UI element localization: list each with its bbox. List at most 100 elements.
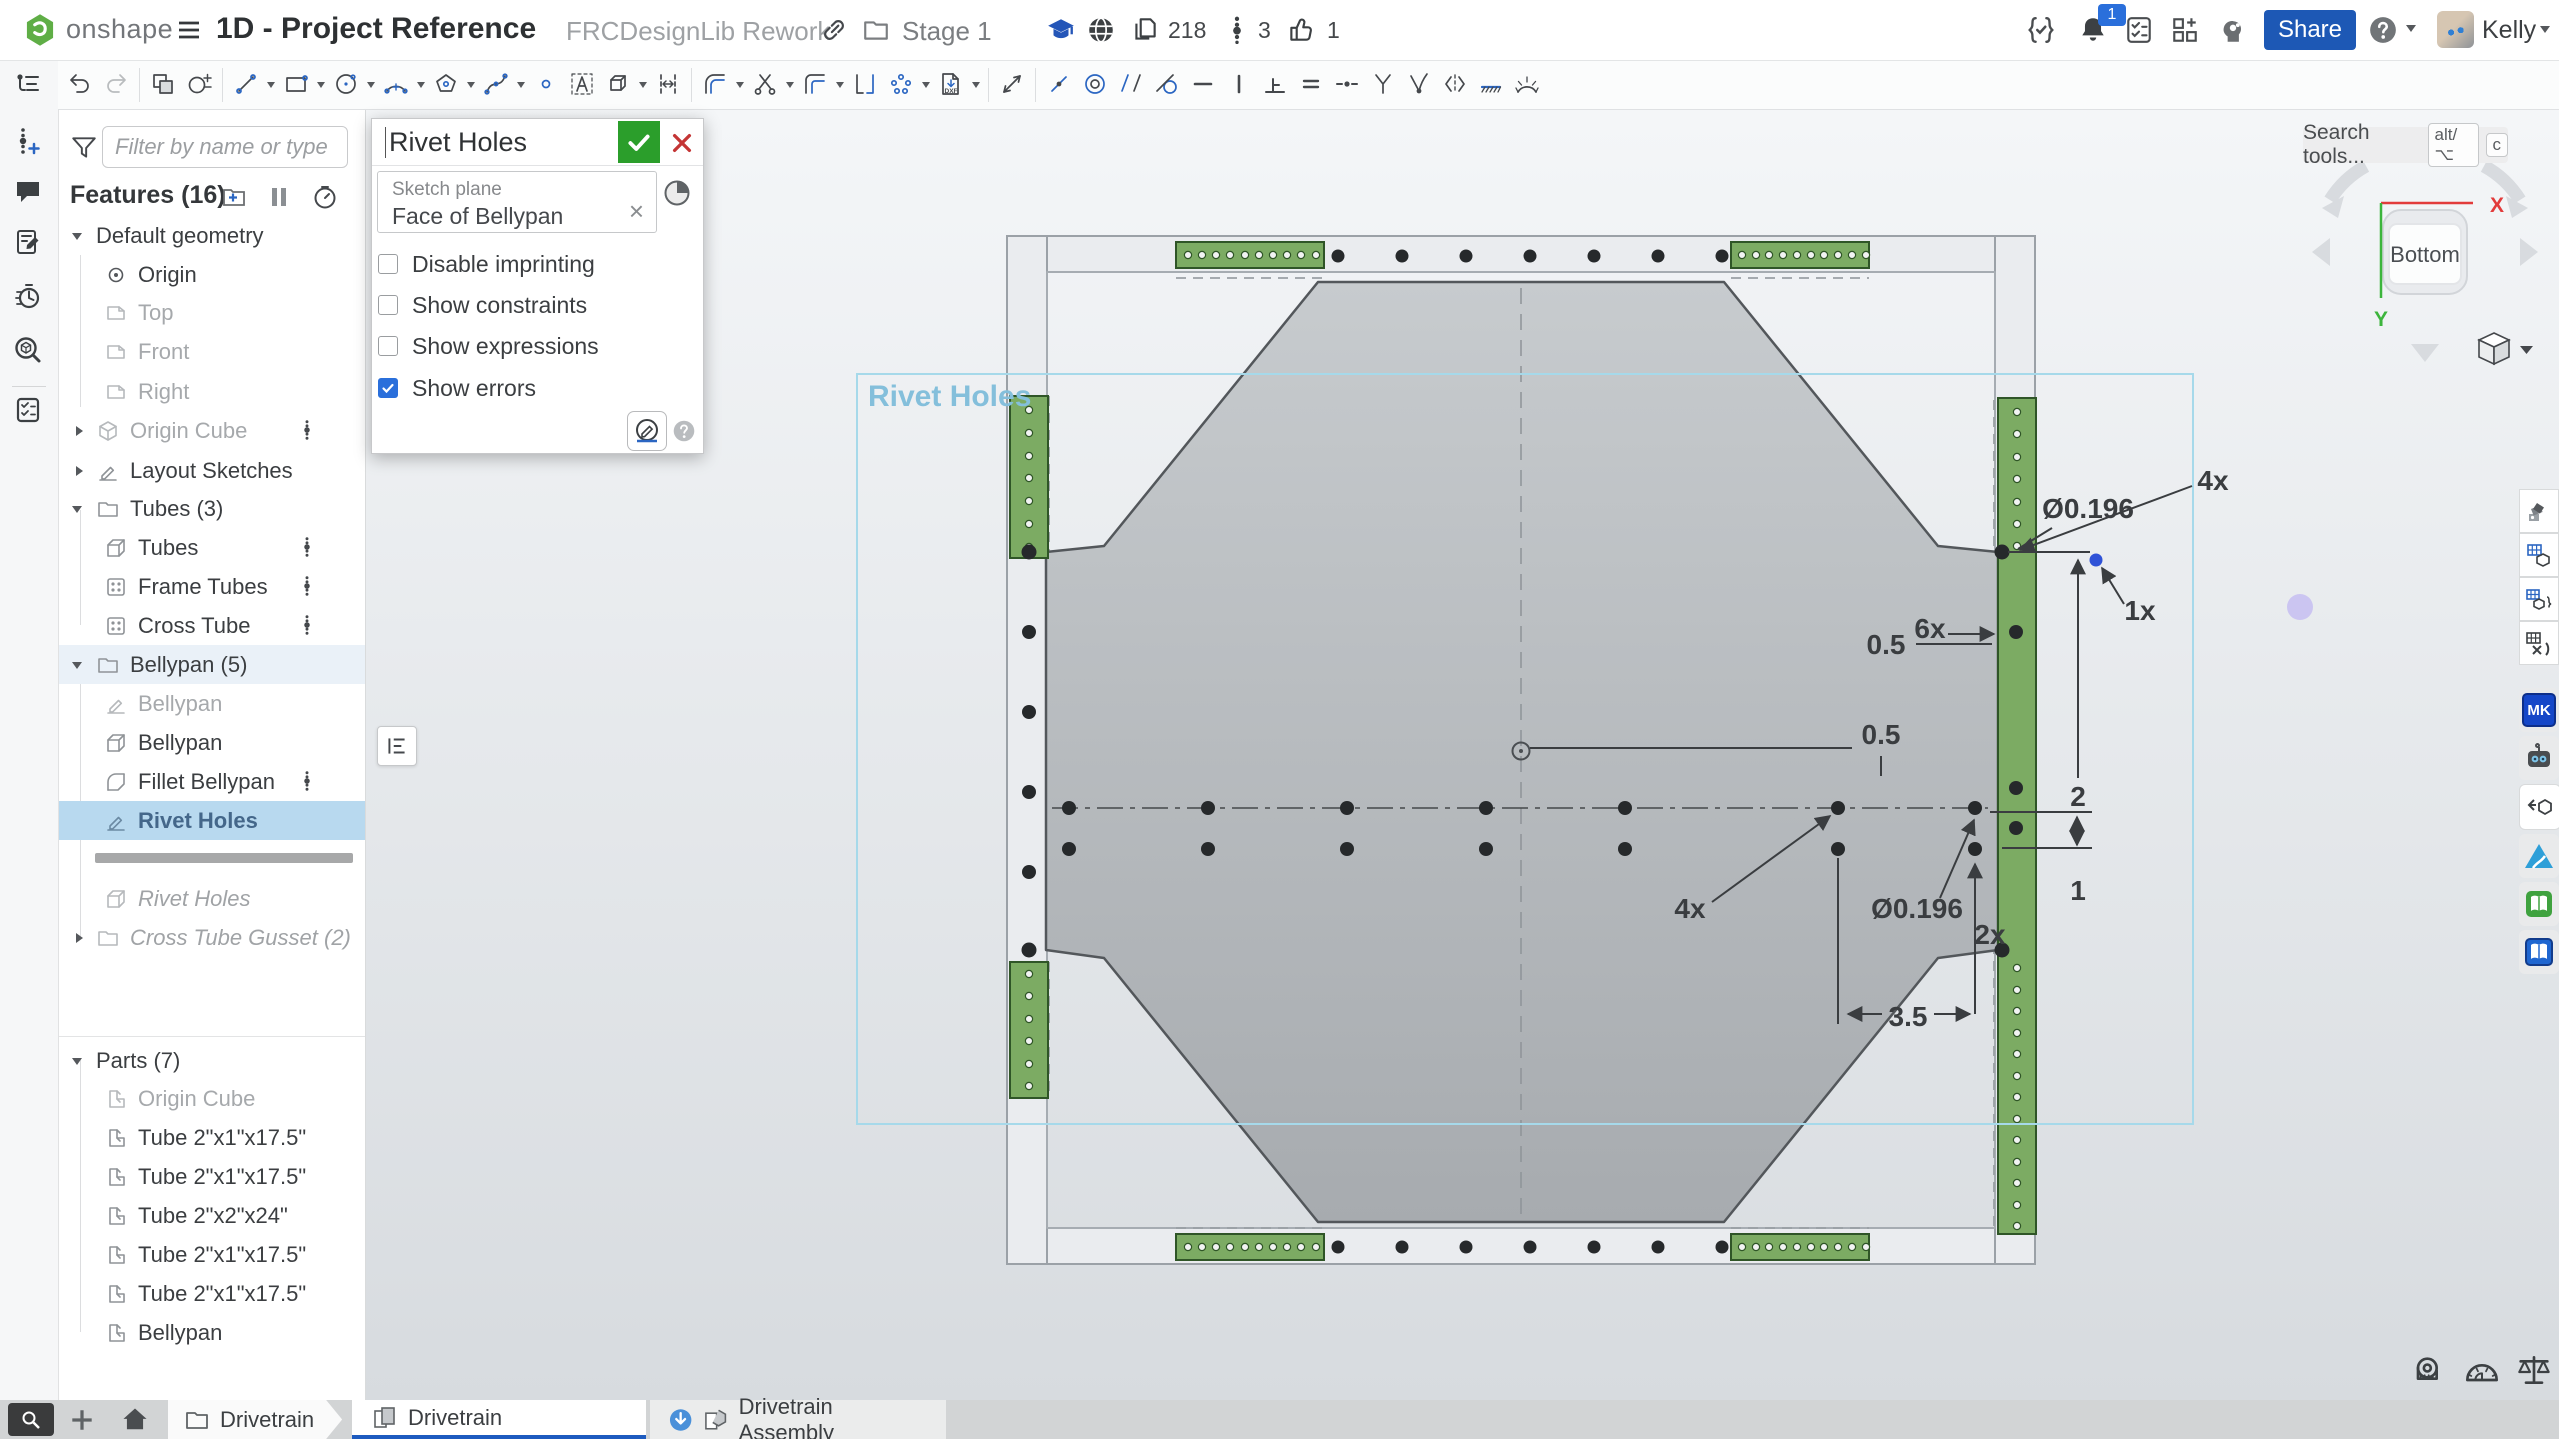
tree-item-tubes-folder[interactable]: Tubes (3) (58, 489, 365, 528)
line-tool-button[interactable] (228, 65, 264, 105)
use-project-dropdown[interactable] (636, 77, 650, 92)
custom-features-button[interactable] (2519, 577, 2559, 621)
dim-1x[interactable]: 1x (2124, 595, 2156, 626)
add-tab-button[interactable] (68, 1406, 96, 1434)
dim-2x[interactable]: 2x (1974, 919, 2006, 950)
robot-app-button[interactable] (2519, 736, 2559, 780)
share-button[interactable]: Share (2264, 10, 2356, 50)
suppress-dots-icon[interactable] (296, 575, 318, 597)
tree-item-bellypan-folder[interactable]: Bellypan (5) (58, 645, 365, 684)
checkbox-row-show-expressions[interactable]: Show expressions (378, 331, 599, 361)
apps-grid-icon[interactable] (2170, 15, 2200, 45)
import-dxf-dropdown[interactable] (969, 77, 983, 92)
part-item-bellypan[interactable]: Bellypan (58, 1313, 365, 1352)
line-tool-dropdown[interactable] (264, 77, 278, 92)
search-tools-button[interactable]: Search tools... alt/⌥ c (2303, 127, 2508, 163)
tab-drivetrain-partstudio[interactable]: Drivetrain (352, 1400, 646, 1439)
normal-constraint-button[interactable] (1365, 65, 1401, 105)
tape-measure-button[interactable] (2410, 1352, 2450, 1392)
perpendicular-constraint-button[interactable] (1257, 65, 1293, 105)
pattern-tool-button[interactable] (883, 65, 919, 105)
trim-tool-dropdown[interactable] (783, 77, 797, 92)
polygon-tool-button[interactable] (428, 65, 464, 105)
versions-icon[interactable] (1222, 14, 1252, 44)
parallel-constraint-button[interactable] (1113, 65, 1149, 105)
dialog-cancel-button[interactable] (666, 127, 698, 159)
fillet-tool-dropdown[interactable] (733, 77, 747, 92)
arc-tool-button[interactable] (378, 65, 414, 105)
export-app-button[interactable] (2519, 784, 2559, 830)
chevron-down-icon[interactable] (72, 227, 96, 245)
dialog-title-field[interactable]: Rivet Holes (385, 127, 527, 158)
checkbox-checked[interactable] (378, 378, 398, 398)
create-folder-icon[interactable] (221, 184, 247, 210)
custom-tables-button[interactable] (2519, 533, 2559, 577)
coincident-constraint-button[interactable] (1041, 65, 1077, 105)
breadcrumb-folder-tab[interactable]: Drivetrain (168, 1400, 342, 1439)
midpoint-constraint-button[interactable] (1329, 65, 1365, 105)
dim-35[interactable]: 3.5 (1889, 1001, 1928, 1032)
mirror-tool-button[interactable] (650, 65, 686, 105)
use-project-button[interactable] (600, 65, 636, 105)
fillet-tool-button[interactable] (697, 65, 733, 105)
panel-flyout-button[interactable] (377, 726, 417, 766)
horizontal-constraint-button[interactable] (1185, 65, 1221, 105)
point-tool-button[interactable] (528, 65, 564, 105)
suppress-dots-icon[interactable] (296, 419, 318, 441)
part-item-tube-2[interactable]: Tube 2"x1"x17.5" (58, 1157, 365, 1196)
tab-drivetrain-assembly[interactable]: Drivetrain Assembly (650, 1400, 946, 1439)
undo-button[interactable] (62, 65, 98, 105)
suppress-dots-icon[interactable] (296, 614, 318, 636)
help-caret-icon[interactable] (2406, 25, 2416, 37)
tab-search-button[interactable] (8, 1403, 54, 1436)
rectangle-tool-dropdown[interactable] (314, 77, 328, 92)
clear-selection-icon[interactable]: × (629, 198, 644, 224)
feature-list-toggle-button[interactable] (14, 70, 44, 100)
fix-constraint-button[interactable] (1473, 65, 1509, 105)
comments-button[interactable] (14, 178, 44, 208)
home-button[interactable] (120, 1405, 150, 1435)
dialog-help-icon[interactable] (672, 419, 696, 443)
part-item-tube-5[interactable]: Tube 2"x1"x17.5" (58, 1274, 365, 1313)
document-title[interactable]: 1D - Project Reference (216, 12, 536, 46)
tree-item-cross-tube[interactable]: Cross Tube (58, 606, 365, 645)
checkbox-unchecked[interactable] (378, 254, 398, 274)
checkbox-unchecked[interactable] (378, 336, 398, 356)
user-name[interactable]: Kelly (2482, 16, 2536, 45)
timer-icon[interactable] (312, 184, 338, 210)
logo-wordmark[interactable]: onshape (66, 14, 173, 45)
checkbox-row-show-constraints[interactable]: Show constraints (378, 290, 587, 320)
filter-input[interactable] (102, 126, 348, 168)
tree-item-cross-tube-gusset[interactable]: Cross Tube Gusset (2) (58, 918, 365, 957)
workspace-name[interactable]: Stage 1 (902, 16, 992, 47)
mkcad-app-button[interactable]: MK (2519, 688, 2559, 732)
checkbox-unchecked[interactable] (378, 295, 398, 315)
filter-icon[interactable] (70, 134, 98, 162)
mass-properties-button[interactable] (2514, 1352, 2554, 1392)
tree-item-origin-cube[interactable]: Origin Cube (58, 411, 365, 450)
rectangle-tool-button[interactable] (278, 65, 314, 105)
spline-tool-button[interactable] (478, 65, 514, 105)
pierce-constraint-button[interactable] (1401, 65, 1437, 105)
equal-constraint-button[interactable] (1293, 65, 1329, 105)
part-item-tube-3[interactable]: Tube 2"x2"x24" (58, 1196, 365, 1235)
dim-4x-top[interactable]: 4x (2197, 465, 2229, 496)
offset-tool-dropdown[interactable] (833, 77, 847, 92)
dim-05-a[interactable]: 0.5 (1867, 629, 1906, 660)
tree-item-top-plane[interactable]: Top (58, 293, 365, 332)
help-icon[interactable] (2368, 15, 2398, 45)
offset-tool-button[interactable] (797, 65, 833, 105)
user-menu-caret-icon[interactable] (2540, 26, 2550, 38)
part-item-tube-1[interactable]: Tube 2"x1"x17.5" (58, 1118, 365, 1157)
text-tool-button[interactable] (564, 65, 600, 105)
spline-tool-dropdown[interactable] (514, 77, 528, 92)
chevron-right-icon[interactable] (72, 933, 96, 943)
chevron-down-icon[interactable] (72, 656, 96, 674)
dim-2[interactable]: 2 (2070, 781, 2086, 812)
tree-item-default-geometry[interactable]: Default geometry (58, 216, 365, 255)
copies-icon[interactable] (1130, 15, 1160, 45)
paste-sketch-button[interactable] (145, 65, 181, 105)
pattern-tool-dropdown[interactable] (919, 77, 933, 92)
dialog-confirm-button[interactable] (618, 121, 660, 163)
search-model-button[interactable] (14, 336, 44, 366)
